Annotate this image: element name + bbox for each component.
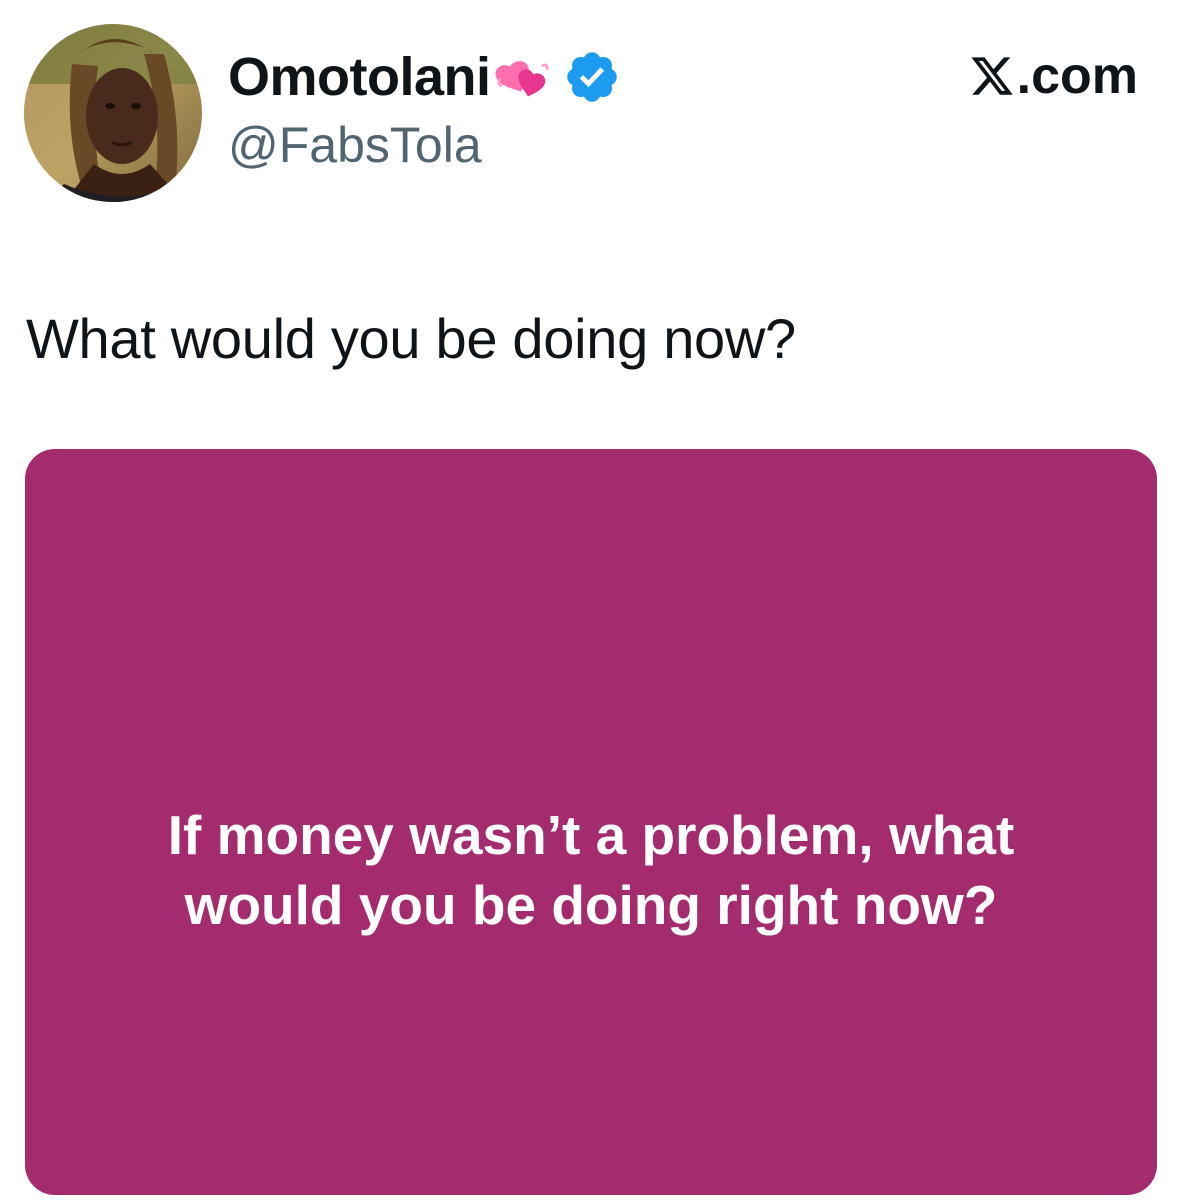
heart-emoji-icon: [495, 61, 549, 97]
avatar[interactable]: [24, 24, 202, 202]
author-name-row[interactable]: Omotolani: [228, 42, 621, 112]
author-handle[interactable]: @FabsTola: [228, 120, 482, 170]
x-logo-icon: [971, 57, 1013, 95]
brand-link[interactable]: .com: [969, 50, 1138, 102]
verified-badge-icon: [566, 52, 617, 102]
display-name[interactable]: Omotolani: [228, 50, 491, 104]
tweet-text: What would you be doing now?: [26, 307, 796, 370]
media-text: If money wasn’t a problem, what would yo…: [167, 804, 1015, 936]
tweet-media-card[interactable]: If money wasn’t a problem, what would yo…: [25, 449, 1157, 1195]
brand-label: .com: [1016, 47, 1138, 105]
avatar-image: [24, 24, 202, 202]
